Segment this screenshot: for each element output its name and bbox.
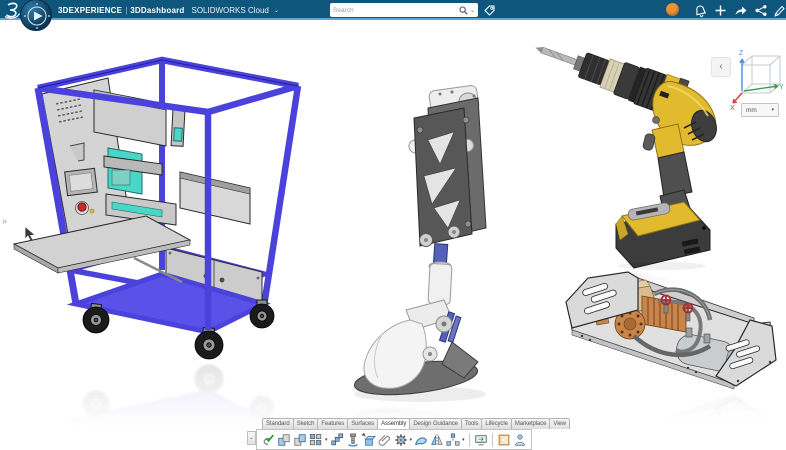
app-title: 3DEXPERIENCE | 3DDashboard SOLIDWORKS Cl… [58,0,279,20]
move-component-icon[interactable] [362,433,376,447]
orientation-viewcube[interactable]: Z Y X [730,47,784,111]
cordless-drill-model[interactable] [532,28,722,270]
chevron-down-icon[interactable]: ⌄ [274,7,279,14]
share-forward-icon[interactable] [734,4,748,17]
gear-caret-icon[interactable]: ▾ [410,437,413,443]
platform-name: SOLIDWORKS Cloud [192,6,269,15]
tab-marketplace[interactable]: Marketplace [511,418,551,429]
insert-components-icon[interactable] [277,433,291,447]
axis-z-label: Z [739,50,744,57]
title-separator: | [125,6,127,15]
assembly-toolbar: ▾ ▾ [256,429,532,450]
toolbar-separator [492,433,493,447]
axis-x-label: X [730,105,735,111]
toolbox-reflection [538,392,784,432]
search-icon[interactable] [459,6,468,15]
add-plus-icon[interactable] [714,4,727,17]
compass-button[interactable] [20,0,52,31]
mirror-components-icon[interactable] [430,433,444,447]
topbar: 3DEXPERIENCE | 3DDashboard SOLIDWORKS Cl… [0,0,786,20]
linear-component-pattern-icon[interactable] [309,433,323,447]
tab-lifecycle[interactable]: Lifecycle [481,418,511,429]
tab-standard[interactable]: Standard [262,418,294,429]
mate-icon[interactable] [261,433,275,447]
search-options-chevron-icon[interactable]: ⌄ [470,7,475,14]
exploded-view-icon[interactable] [446,433,460,447]
tab-surfaces[interactable]: Surfaces [347,418,378,429]
tab-sketch[interactable]: Sketch [293,418,319,429]
collapse-chevron-icon: ⌄ [249,435,253,441]
tab-design-guidance[interactable]: Design Guidance [409,418,462,429]
3dexperience-dashboard: 3DEXPERIENCE | 3DDashboard SOLIDWORKS Cl… [0,0,786,450]
exploded-caret-icon[interactable]: ▾ [462,437,465,443]
machine-cart-model[interactable] [12,52,312,362]
pen-icon[interactable] [772,4,785,17]
attachments-paperclip-icon[interactable] [378,433,392,447]
notifications-bell-icon[interactable] [694,4,707,18]
show-hidden-components-icon[interactable] [474,433,488,447]
large-design-review-icon[interactable] [497,433,511,447]
prosthetic-leg-model[interactable] [332,72,492,402]
assembly-settings-gear-icon[interactable] [394,433,408,447]
units-value: mm [746,107,757,114]
axis-y-label: Y [779,84,784,91]
compass-icon [21,0,53,32]
3ds-logo [3,1,21,19]
smart-components-icon[interactable] [414,433,428,447]
insert-components-alt-icon[interactable] [293,433,307,447]
linear-pattern-caret-icon[interactable]: ▾ [325,437,328,443]
smart-fasteners-icon[interactable] [346,433,360,447]
toolbox-pump-assembly-model[interactable] [538,262,784,392]
app-name: 3DDashboard [130,6,184,15]
assembly-visualization-icon[interactable] [513,433,527,447]
search-bar[interactable]: ⌄ [330,3,478,17]
collapse-panel-button[interactable]: ‹ [711,57,731,77]
toolbar-separator [469,433,470,447]
brand-name: 3DEXPERIENCE [58,6,122,15]
model-canvas: » [0,22,786,450]
expand-panel-chevrons-icon[interactable]: » [2,216,7,226]
search-input[interactable] [333,7,459,14]
units-dropdown[interactable]: mm ▾ [741,103,779,117]
toolbar-collapse-button[interactable]: ⌄ [247,431,256,445]
tab-features[interactable]: Features [317,418,348,429]
pattern-driven-component-icon[interactable] [330,433,344,447]
tab-tools[interactable]: Tools [461,418,483,429]
tab-view[interactable]: View [549,418,570,429]
units-caret-icon: ▾ [771,107,774,113]
user-avatar[interactable] [666,3,679,16]
share-nodes-icon[interactable] [754,4,767,17]
back-chevron-icon: ‹ [719,61,722,72]
tag-icon[interactable] [483,4,496,17]
